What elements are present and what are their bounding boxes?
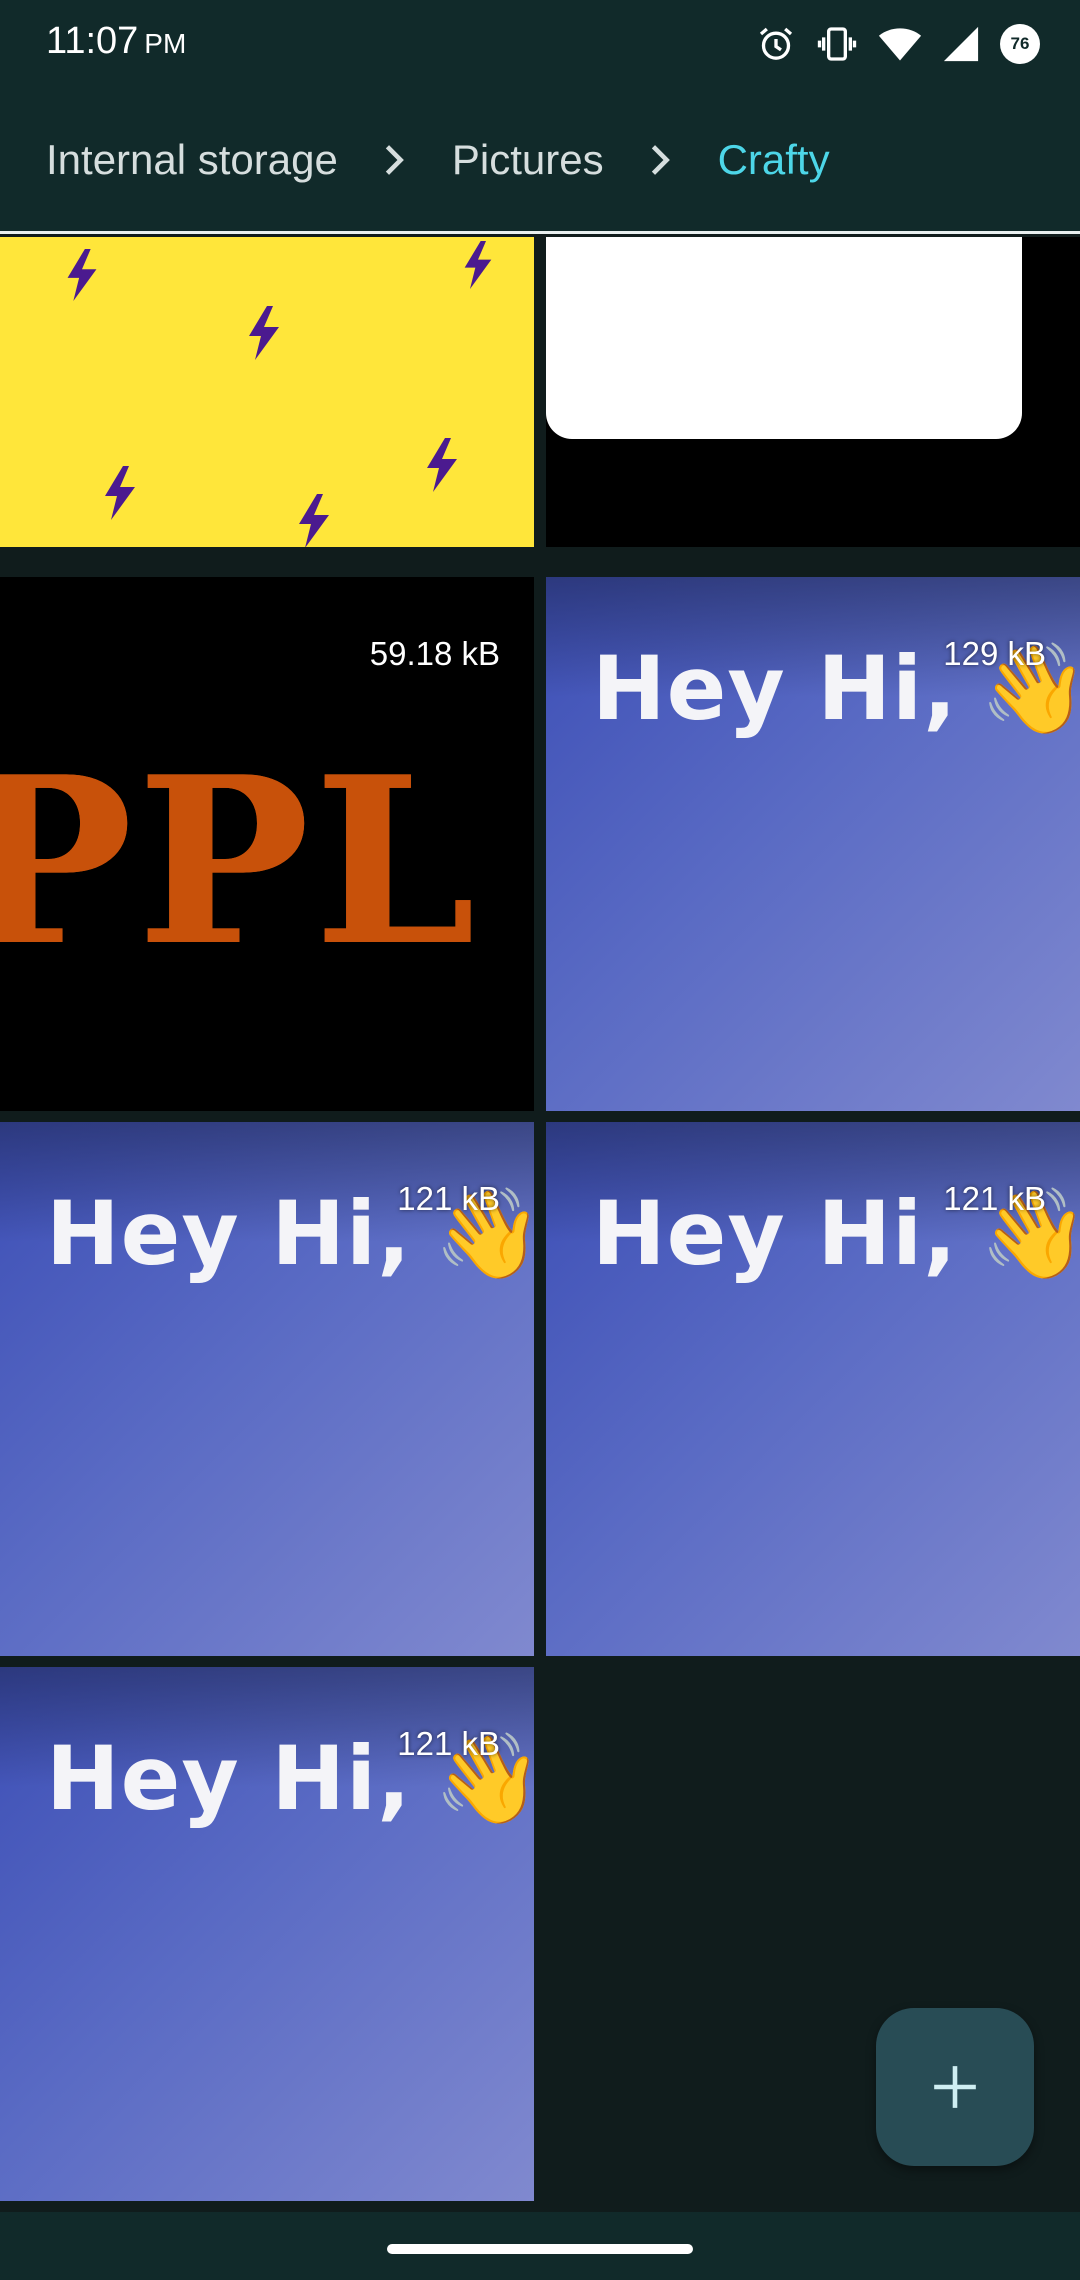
bolt-icon xyxy=(427,438,457,492)
image-tile-yellow-bolts[interactable] xyxy=(0,237,534,547)
image-tile-white-card[interactable] xyxy=(546,237,1080,547)
chevron-right-icon xyxy=(604,143,718,177)
home-gesture-handle[interactable] xyxy=(387,2244,693,2254)
alarm-icon xyxy=(756,24,796,64)
status-bar: 11:07 PM 76 xyxy=(0,0,1080,88)
bolt-icon xyxy=(464,241,492,289)
gesture-nav-bar xyxy=(0,2212,1080,2280)
battery-icon: 76 xyxy=(1000,24,1040,64)
file-size-label: 121 kB xyxy=(943,1180,1046,1217)
file-size-label: 121 kB xyxy=(397,1725,500,1762)
image-tile-hey-hi[interactable]: Hey Hi, 👋 121 kB xyxy=(0,1122,534,1656)
bolt-icon xyxy=(105,466,135,520)
cell-signal-icon xyxy=(942,25,980,63)
chevron-right-icon xyxy=(338,143,452,177)
bolt-icon xyxy=(67,249,97,301)
bolt-icon xyxy=(249,306,279,360)
white-card-shape xyxy=(546,237,1022,439)
bolt-icon xyxy=(299,494,329,547)
clock-ampm: PM xyxy=(144,28,187,59)
image-grid: PPL 59.18 kB Hey Hi, 👋 129 kB Hey Hi, 👋 12… xyxy=(0,237,1080,2212)
vibrate-icon xyxy=(816,24,858,64)
wifi-icon xyxy=(878,24,922,64)
status-time: 11:07 PM xyxy=(46,20,186,63)
image-tile-circus[interactable]: PPL 59.18 kB xyxy=(0,577,534,1111)
image-tile-hey-hi[interactable]: Hey Hi, 👋 121 kB xyxy=(0,1667,534,2201)
plus-icon xyxy=(934,2066,976,2108)
add-fab-button[interactable] xyxy=(876,2008,1034,2166)
clock-time: 11:07 xyxy=(46,20,139,62)
breadcrumb-crafty[interactable]: Crafty xyxy=(718,136,830,184)
image-tile-hey-hi[interactable]: Hey Hi, 👋 121 kB xyxy=(546,1122,1080,1656)
file-size-label: 129 kB xyxy=(943,635,1046,672)
breadcrumb: Internal storage Pictures Crafty xyxy=(0,88,1080,234)
image-tile-hey-hi[interactable]: Hey Hi, 👋 129 kB xyxy=(546,577,1080,1111)
file-size-label: 121 kB xyxy=(397,1180,500,1217)
circus-lettering: PPL xyxy=(0,727,480,997)
breadcrumb-internal-storage[interactable]: Internal storage xyxy=(46,136,338,184)
breadcrumb-pictures[interactable]: Pictures xyxy=(452,136,604,184)
status-icons: 76 xyxy=(756,20,1040,68)
file-size-label: 59.18 kB xyxy=(369,635,500,672)
